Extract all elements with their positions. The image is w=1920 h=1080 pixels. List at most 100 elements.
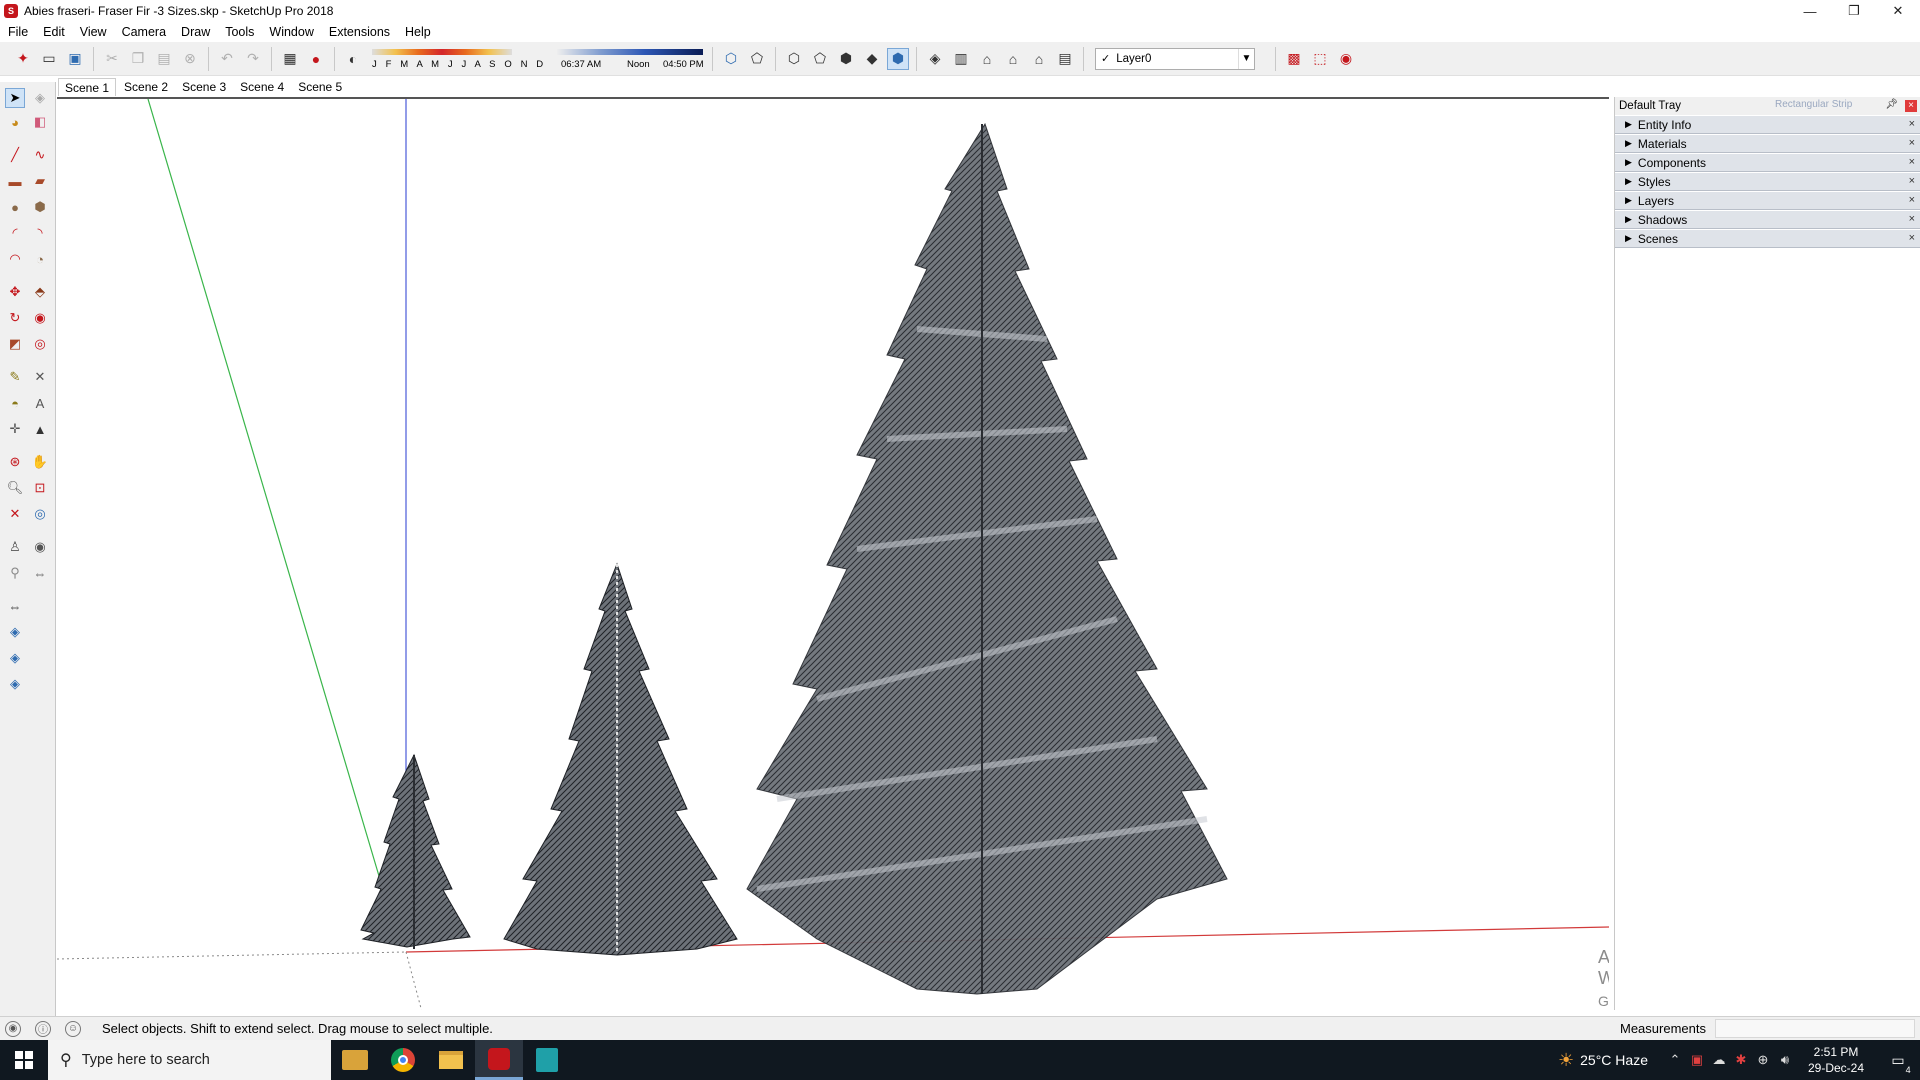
minimize-button[interactable]: — [1788, 0, 1832, 22]
redo-icon[interactable]: ↷ [242, 48, 264, 70]
fraser-fir-small[interactable] [360, 753, 471, 949]
hidden-line-icon[interactable]: ⬠ [809, 48, 831, 70]
dimension-tool-icon[interactable]: ✕ [30, 367, 50, 387]
save-icon[interactable]: ▣ [64, 48, 86, 70]
left-view-icon[interactable]: ▤ [1054, 48, 1076, 70]
iso-view-icon[interactable]: ◈ [924, 48, 946, 70]
network-icon[interactable]: ⊕ [1752, 1040, 1774, 1080]
copy-icon[interactable]: ❐ [127, 48, 149, 70]
rotate-tool-icon[interactable]: ↻ [5, 308, 25, 328]
front-view-icon[interactable]: ⌂ [976, 48, 998, 70]
3d-text-icon[interactable]: ▲ [30, 419, 50, 439]
weather-widget[interactable]: ☀ 25°C Haze [1558, 1050, 1648, 1071]
panel-close-icon[interactable]: × [1909, 156, 1915, 168]
wireframe-icon[interactable]: ⬡ [783, 48, 805, 70]
arc-tool-icon[interactable]: ◜ [5, 223, 25, 243]
menu-tools[interactable]: Tools [217, 22, 261, 42]
close-button[interactable]: ✕ [1876, 0, 1920, 22]
polygon-tool-icon[interactable]: ⬢ [30, 197, 50, 217]
section-plane-icon[interactable]: ⇔ [30, 563, 50, 583]
extension-5d-icon[interactable]: ◉ [1335, 48, 1357, 70]
text-tool-icon[interactable]: A [30, 393, 50, 413]
credits-icon[interactable]: ⓘ [35, 1020, 51, 1037]
panel-close-icon[interactable]: × [1909, 175, 1915, 187]
user-account-icon[interactable]: ☺ [65, 1020, 81, 1037]
shadow-date-slider[interactable]: J F M A M J J A S O N D [370, 46, 555, 72]
offset-tool-icon[interactable]: ◎ [30, 334, 50, 354]
start-button[interactable] [0, 1040, 48, 1080]
zoom-extents-icon[interactable]: ✕ [5, 504, 25, 524]
volume-icon[interactable]: 🔊︎ [1774, 1040, 1796, 1080]
menu-draw[interactable]: Draw [173, 22, 217, 42]
panel-entity-info[interactable]: ▶ Entity Info × [1615, 115, 1920, 134]
tray-close-icon[interactable]: × [1905, 100, 1917, 112]
panel-shadows[interactable]: ▶ Shadows × [1615, 210, 1920, 229]
chevron-up-icon[interactable]: ⌃ [1664, 1040, 1686, 1080]
panel-components[interactable]: ▶ Components × [1615, 153, 1920, 172]
menu-extensions[interactable]: Extensions [321, 22, 397, 42]
display-section-cuts-icon[interactable]: ◈ [5, 648, 25, 668]
chevron-down-icon[interactable]: ▼ [1238, 48, 1254, 69]
freehand-tool-icon[interactable]: ∿ [30, 145, 50, 165]
tab-scene-3[interactable]: Scene 3 [176, 78, 232, 96]
select-tool-icon[interactable]: ➤ [5, 88, 25, 108]
new-file-icon[interactable]: ✦ [12, 48, 34, 70]
undo-icon[interactable]: ↶ [216, 48, 238, 70]
follow-me-icon[interactable]: ◉ [30, 308, 50, 328]
panel-close-icon[interactable]: × [1909, 194, 1915, 206]
rotated-rectangle-icon[interactable]: ▰ [30, 171, 50, 191]
eraser-icon[interactable]: ◧ [30, 112, 50, 132]
notification-center-icon[interactable]: ▭ 4 [1876, 1052, 1920, 1075]
taskbar-explorer-briefcase-icon[interactable] [331, 1040, 379, 1080]
panel-close-icon[interactable]: × [1909, 213, 1915, 225]
taskbar-chrome-icon[interactable] [379, 1040, 427, 1080]
move-tool-icon[interactable]: ✥ [5, 282, 25, 302]
panel-styles[interactable]: ▶ Styles × [1615, 172, 1920, 191]
paint-bucket-icon[interactable]: ◕ [5, 112, 25, 132]
previous-view-icon[interactable]: ◎ [30, 504, 50, 524]
tab-scene-2[interactable]: Scene 2 [118, 78, 174, 96]
monochrome-icon[interactable]: ⬢ [887, 47, 909, 70]
push-pull-icon[interactable]: ⬘ [30, 282, 50, 302]
display-section-fill-icon[interactable]: ◈ [5, 674, 25, 694]
menu-camera[interactable]: Camera [114, 22, 173, 42]
open-file-icon[interactable]: ▭ [38, 48, 60, 70]
rectangle-tool-icon[interactable]: ▬ [5, 171, 25, 191]
taskbar-app-icon[interactable] [523, 1040, 571, 1080]
top-view-icon[interactable]: ▥ [950, 48, 972, 70]
taskbar-search[interactable]: ⚲ Type here to search [48, 1040, 331, 1080]
panel-scenes[interactable]: ▶ Scenes × [1615, 229, 1920, 248]
scale-tool-icon[interactable]: ◩ [5, 334, 25, 354]
erase-icon[interactable]: ⊗ [179, 48, 201, 70]
print-icon[interactable]: ▦ [279, 48, 301, 70]
model-info-icon[interactable]: ● [305, 48, 327, 70]
shadow-time-slider[interactable]: 06:37 AM Noon 04:50 PM [557, 46, 707, 72]
panel-close-icon[interactable]: × [1909, 232, 1915, 244]
orbit-tool-icon[interactable]: ⊛ [5, 452, 25, 472]
pie-tool-icon[interactable]: ◔ [30, 249, 50, 269]
onedrive-icon[interactable]: ☁ [1708, 1040, 1730, 1080]
paste-icon[interactable]: ▤ [153, 48, 175, 70]
shaded-textures-icon[interactable]: ◆ [861, 48, 883, 70]
section-arrows-icon[interactable]: ⇔ [5, 596, 25, 616]
xray-style-icon[interactable]: ⬡ [720, 48, 742, 70]
panel-materials[interactable]: ▶ Materials × [1615, 134, 1920, 153]
panel-close-icon[interactable]: × [1909, 118, 1915, 130]
menu-view[interactable]: View [72, 22, 114, 42]
line-tool-icon[interactable]: ╱ [5, 145, 25, 165]
cut-icon[interactable]: ✂ [101, 48, 123, 70]
tape-measure-icon[interactable]: ✎ [5, 367, 25, 387]
protractor-icon[interactable]: ◓ [5, 393, 25, 413]
fraser-fir-large[interactable] [746, 122, 1228, 995]
look-around-icon[interactable]: ◉ [30, 537, 50, 557]
axes-tool-icon[interactable]: ✛ [5, 419, 25, 439]
fraser-fir-medium[interactable] [503, 562, 738, 956]
tab-scene-1[interactable]: Scene 1 [58, 78, 117, 96]
make-component-icon[interactable]: ◈ [30, 88, 50, 108]
back-edges-icon[interactable]: ⬠ [746, 48, 768, 70]
measurements-input[interactable] [1715, 1019, 1915, 1038]
model-viewport[interactable]: Activate Windows Go to Settings to activ… [57, 97, 1609, 1010]
pin-icon[interactable]: 📌︎ [1885, 99, 1898, 110]
shaded-icon[interactable]: ⬢ [835, 48, 857, 70]
position-camera-icon[interactable]: ♙ [5, 537, 25, 557]
